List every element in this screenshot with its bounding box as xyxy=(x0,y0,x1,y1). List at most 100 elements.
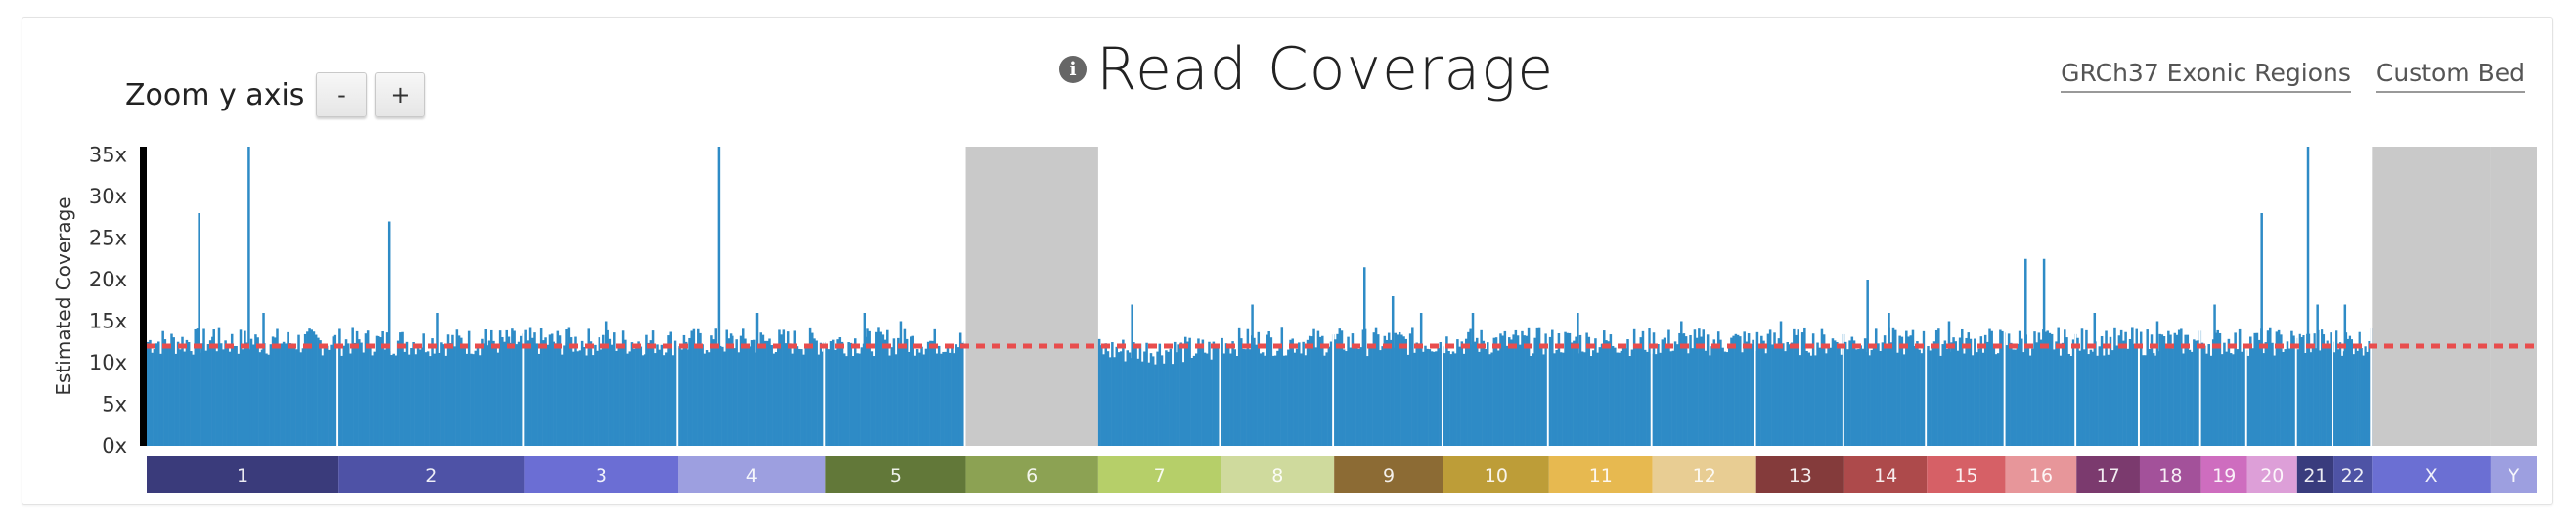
coverage-bar xyxy=(1523,335,1526,446)
coverage-bar xyxy=(958,332,962,446)
coverage-bar xyxy=(1274,355,1277,446)
coverage-bar xyxy=(723,351,726,446)
coverage-bar xyxy=(737,352,741,446)
y-tick-label: 0x xyxy=(102,434,127,458)
coverage-bar xyxy=(2186,334,2190,446)
coverage-bar xyxy=(831,339,835,446)
coverage-chr5 xyxy=(825,147,966,446)
coverage-bar xyxy=(1210,359,1213,446)
coverage-bar xyxy=(147,341,150,446)
coverage-bar xyxy=(2010,342,2013,446)
coverage-bar xyxy=(802,354,805,446)
coverage-bar xyxy=(292,348,296,446)
coverage-bar xyxy=(1336,333,1339,446)
coverage-bar xyxy=(1846,349,1849,446)
coverage-bar xyxy=(643,354,646,446)
coverage-bar xyxy=(580,340,584,446)
chromosome-label: 8 xyxy=(1271,465,1283,487)
coverage-bar xyxy=(219,343,223,446)
coverage-bar xyxy=(797,348,801,446)
coverage-bar xyxy=(1482,340,1486,446)
coverage-bar xyxy=(572,351,575,446)
coverage-bar xyxy=(446,334,450,446)
coverage-bar xyxy=(1231,341,1234,446)
coverage-bar xyxy=(772,353,776,446)
coverage-bar xyxy=(1519,344,1522,446)
coverage-bar xyxy=(2117,335,2121,446)
coverage-bar xyxy=(2152,353,2155,446)
coverage-spike xyxy=(1577,313,1579,446)
coverage-bar xyxy=(2236,349,2240,446)
coverage-bar xyxy=(509,342,512,446)
chromosome-gap xyxy=(2003,147,2006,446)
coverage-bar xyxy=(1214,348,1218,446)
coverage-spike xyxy=(717,147,721,446)
coverage-bar xyxy=(1310,336,1313,446)
coverage-bar xyxy=(1304,355,1308,446)
coverage-bar xyxy=(782,329,786,446)
coverage-bar xyxy=(748,346,752,446)
coverage-bar xyxy=(2050,333,2054,446)
coverage-bar xyxy=(1709,355,1711,446)
coverage-bar xyxy=(1580,351,1584,446)
coverage-bar xyxy=(1786,341,1789,446)
coverage-bar xyxy=(1224,343,1228,446)
coverage-bar xyxy=(1439,341,1443,446)
coverage-bar xyxy=(1359,347,1362,446)
coverage-bar xyxy=(466,353,469,446)
coverage-bar xyxy=(1673,341,1677,446)
coverage-bar xyxy=(381,330,384,446)
coverage-bar xyxy=(467,330,471,446)
coverage-bar xyxy=(819,342,822,446)
coverage-bar xyxy=(2195,340,2198,446)
coverage-chr7 xyxy=(1097,147,1221,446)
coverage-spike xyxy=(2213,304,2216,446)
coverage-bar xyxy=(172,337,175,446)
coverage-spike xyxy=(436,313,439,446)
coverage-bar xyxy=(202,328,205,446)
coverage-bar xyxy=(531,337,534,446)
coverage-bar xyxy=(159,353,162,446)
coverage-bar xyxy=(1762,340,1765,446)
coverage-bar xyxy=(1287,349,1290,446)
coverage-bar xyxy=(1221,337,1223,446)
y-axis-line xyxy=(140,147,147,446)
coverage-bar xyxy=(2292,335,2295,446)
coverage-bar xyxy=(2268,328,2272,446)
coverage-spike xyxy=(863,313,866,446)
coverage-bar xyxy=(2352,354,2355,446)
coverage-bar xyxy=(2205,353,2208,446)
coverage-bar xyxy=(908,351,910,446)
coverage-bar xyxy=(1400,334,1403,446)
chromosome-label: 1 xyxy=(237,465,248,487)
coverage-bar xyxy=(1126,350,1130,446)
coverage-bar xyxy=(544,337,547,446)
coverage-bar xyxy=(362,352,365,446)
coverage-bar xyxy=(2202,345,2206,446)
coverage-bar xyxy=(2069,355,2073,446)
coverage-bar xyxy=(1464,338,1468,446)
coverage-bar xyxy=(1508,337,1511,446)
coverage-bar xyxy=(589,341,593,446)
coverage-bar xyxy=(371,355,374,446)
coverage-bar xyxy=(1269,337,1273,446)
coverage-bar xyxy=(2280,334,2283,446)
coverage-bar xyxy=(1458,346,1461,446)
coverage-bar xyxy=(1266,334,1268,446)
coverage-bar xyxy=(1898,335,1901,446)
coverage-bar xyxy=(1171,364,1175,446)
coverage-bar xyxy=(501,336,504,446)
coverage-spike xyxy=(2024,258,2027,446)
coverage-bar xyxy=(669,331,672,446)
coverage-bar xyxy=(2014,349,2017,446)
coverage-bar xyxy=(1773,332,1776,446)
coverage-bar xyxy=(665,352,668,446)
coverage-bar xyxy=(1671,350,1675,446)
coverage-bar xyxy=(403,351,407,446)
coverage-bar xyxy=(1406,354,1410,446)
coverage-bar xyxy=(1257,331,1261,446)
coverage-bar xyxy=(827,349,831,446)
coverage-bar xyxy=(851,356,855,446)
coverage-bar xyxy=(226,346,230,446)
coverage-bar xyxy=(2089,349,2093,446)
